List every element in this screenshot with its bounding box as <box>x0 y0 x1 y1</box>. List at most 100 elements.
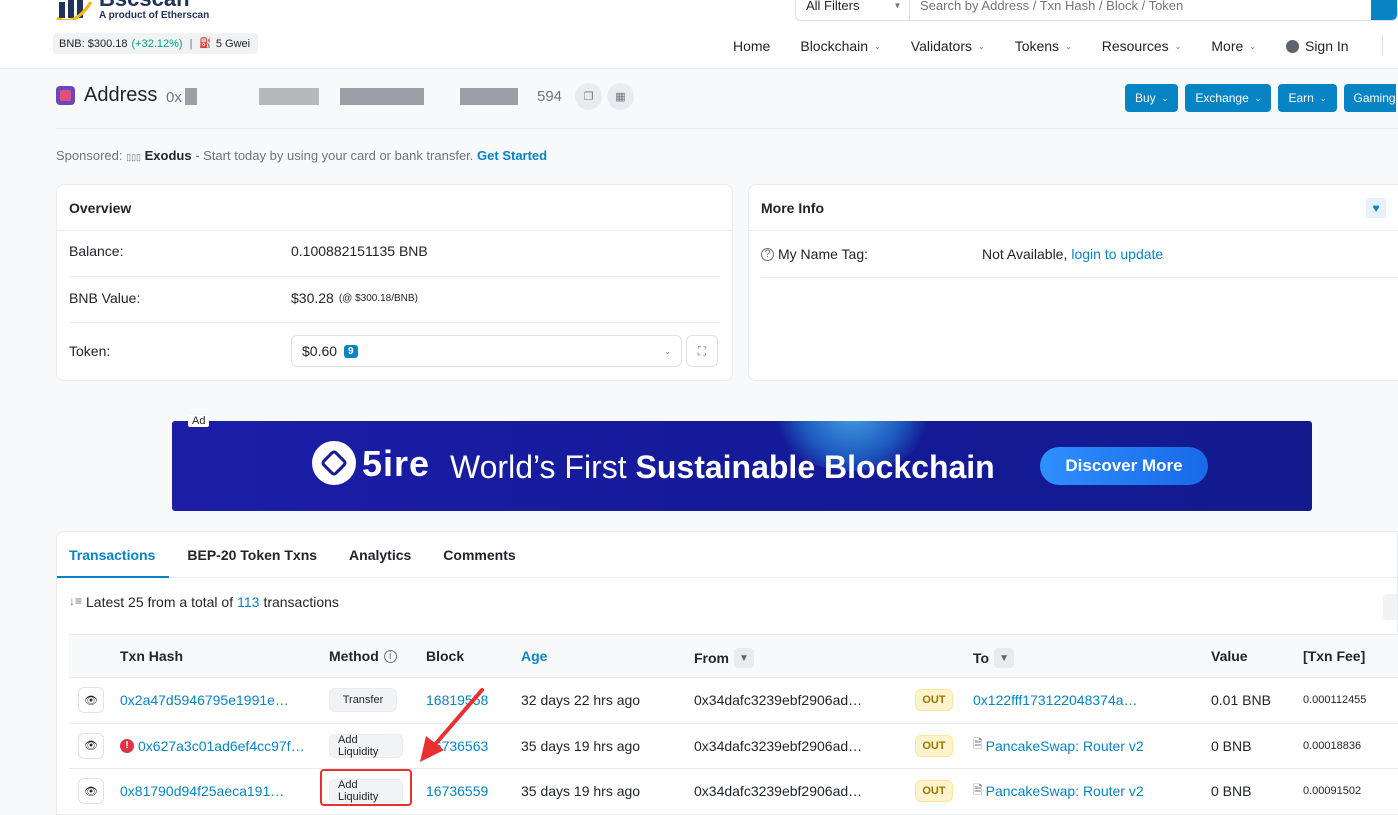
txn-hash-link[interactable]: 0x2a47d5946795e1991e… <box>120 678 289 723</box>
bnb-change: (+32.12%) <box>131 37 183 50</box>
to-address-link[interactable]: PancakeSwap: Router v2 <box>986 738 1144 754</box>
block-link[interactable]: 16819558 <box>426 692 488 708</box>
gaming-button[interactable]: Gaming <box>1343 84 1396 112</box>
txn-hash-link[interactable]: ! 0x627a3c01ad6ef4cc97f… <box>120 724 305 769</box>
site-header: Bscscan A product of Etherscan BNB: $300… <box>0 0 1398 69</box>
block-link[interactable]: 16736563 <box>426 738 488 754</box>
fire-logo-icon <box>312 441 356 485</box>
ad-discover-more-button[interactable]: Discover More <box>1040 447 1208 485</box>
overview-card: Overview Balance: 0.100882151135 BNB BNB… <box>56 184 733 381</box>
filter-icon[interactable]: ▼ <box>734 648 754 668</box>
nav-home-label: Home <box>733 38 771 54</box>
gas-price[interactable]: 5 Gwei <box>216 38 250 50</box>
copy-address-button[interactable]: ❐ <box>575 83 602 110</box>
main-nav: Home Blockchain ⌄ Validators ⌄ Tokens ⌄ Res… <box>733 36 1379 56</box>
value-cell: 0.01 BNB <box>1211 692 1271 709</box>
method-badge: Add Liquidity <box>329 733 403 758</box>
bnb-value-amount: $30.28 <box>291 290 334 306</box>
chevron-down-icon: ⌄ <box>1161 93 1169 103</box>
watchlist-heart-button[interactable]: ♥ <box>1366 198 1386 218</box>
age-cell: 35 days 19 hrs ago <box>521 783 641 800</box>
search-filter-dropdown[interactable]: All Filters ▼ <box>796 0 910 20</box>
table-header: Txn Hash Method i Block Age From ▼ To ▼ Val… <box>69 634 1398 678</box>
redacted-block <box>259 88 319 105</box>
token-count-badge: 9 <box>344 344 358 358</box>
nav-home[interactable]: Home <box>733 36 770 56</box>
summary-prefix: Latest 25 from a total of <box>86 594 234 610</box>
tab-transactions[interactable]: Transactions <box>69 547 155 563</box>
overview-title: Overview <box>57 185 732 231</box>
method-cell: Add Liquidity <box>329 724 403 769</box>
filter-icon[interactable]: ▼ <box>994 648 1015 668</box>
txn-hash[interactable]: 0x81790d94f25aeca191… <box>120 783 284 799</box>
eye-icon: 👁 <box>78 778 104 805</box>
col-value: Value <box>1211 648 1248 664</box>
ad-headline: World’s First Sustainable Blockchain <box>450 449 995 486</box>
txn-hash-link[interactable]: 0x81790d94f25aeca191… <box>120 769 284 814</box>
logo-name: Bscscan <box>99 0 209 10</box>
qr-code-button[interactable]: ▦ <box>607 83 634 110</box>
contract-icon: 🗎 <box>973 782 983 797</box>
options-menu-button[interactable] <box>1383 594 1397 620</box>
direction-cell: OUT <box>915 724 953 769</box>
ad-label: Ad <box>188 415 210 427</box>
nav-more-label: More <box>1211 38 1244 54</box>
chevron-down-icon: ⌄ <box>874 41 881 51</box>
transactions-card: Transactions BEP-20 Token Txns Analytics… <box>56 531 1398 815</box>
nav-blockchain[interactable]: Blockchain ⌄ <box>800 36 880 56</box>
login-to-update-link[interactable]: login to update <box>1071 246 1163 262</box>
sign-in-link[interactable]: Sign In <box>1285 36 1349 56</box>
view-details-button[interactable]: 👁 <box>78 769 104 814</box>
from-address[interactable]: 0x34dafc3239ebf2906ad… <box>694 724 862 769</box>
page-title: Address <box>84 84 158 106</box>
txn-hash[interactable]: 0x627a3c01ad6ef4cc97f… <box>138 738 305 754</box>
direction-badge: OUT <box>915 689 953 712</box>
token-holdings-dropdown[interactable]: $0.60 9 ⌄ <box>291 335 682 367</box>
row-divider <box>69 276 720 277</box>
view-details-button[interactable]: 👁 <box>78 678 104 723</box>
chevron-down-icon: ⌄ <box>664 346 671 356</box>
row-divider <box>69 322 720 323</box>
nav-resources[interactable]: Resources ⌄ <box>1102 36 1182 56</box>
tab-analytics[interactable]: Analytics <box>349 547 411 563</box>
info-icon[interactable]: i <box>383 649 397 663</box>
from-address[interactable]: 0x34dafc3239ebf2906ad… <box>694 769 862 814</box>
summary-count-link[interactable]: 113 <box>237 594 259 610</box>
search-button[interactable] <box>1371 0 1397 20</box>
bnb-value-row: BNB Value: $30.28 (@ $300.18/BNB) <box>69 290 720 306</box>
search-input[interactable] <box>910 0 1371 13</box>
exchange-button[interactable]: Exchange ⌄ <box>1185 84 1272 112</box>
to-address-link[interactable]: PancakeSwap: Router v2 <box>986 783 1144 799</box>
address-avatar-icon <box>56 86 75 105</box>
tab-comments[interactable]: Comments <box>443 547 515 563</box>
nav-tokens[interactable]: Tokens ⌄ <box>1015 36 1072 56</box>
txn-hash[interactable]: 0x2a47d5946795e1991e… <box>120 692 289 708</box>
ad-headline-plain: World’s First <box>450 449 627 485</box>
sponsor-cta-link[interactable]: Get Started <box>477 148 547 163</box>
name-tag-label: My Name Tag: <box>778 246 868 262</box>
nav-more[interactable]: More ⌄ <box>1211 36 1256 56</box>
direction-cell: OUT <box>915 678 953 723</box>
contract-icon: 🗎 <box>973 737 983 752</box>
balance-value: 0.100882151135 BNB <box>291 243 428 259</box>
col-txn-fee[interactable]: [Txn Fee] <box>1303 648 1365 664</box>
tab-bep20-token-txns[interactable]: BEP-20 Token Txns <box>187 547 317 563</box>
block-link[interactable]: 16736559 <box>426 783 488 799</box>
view-details-button[interactable]: 👁 <box>78 724 104 769</box>
address-actions: Buy ⌄ Exchange ⌄ Earn ⌄ Gaming <box>1125 84 1396 112</box>
token-label: Token: <box>69 343 111 359</box>
ad-banner[interactable]: 5ire World’s First Sustainable Blockchai… <box>172 421 1312 511</box>
expand-tokens-button[interactable]: ⛶ <box>686 335 718 367</box>
bnb-price-pill: BNB: $300.18 (+32.12%) | ⛽ 5 Gwei <box>53 33 259 54</box>
col-age-toggle[interactable]: Age <box>521 648 547 664</box>
block-cell: 16819558 <box>426 678 488 723</box>
nav-validators[interactable]: Validators ⌄ <box>911 36 985 56</box>
method-cell: Transfer <box>329 678 397 723</box>
summary-suffix: transactions <box>263 594 339 610</box>
sponsor-text: - Start today by using your card or bank… <box>195 148 474 163</box>
buy-button[interactable]: Buy ⌄ <box>1125 84 1179 112</box>
from-address[interactable]: 0x34dafc3239ebf2906ad… <box>694 678 862 723</box>
earn-button[interactable]: Earn ⌄ <box>1278 84 1337 112</box>
bscscan-logo[interactable]: Bscscan A product of Etherscan <box>55 0 209 22</box>
to-address-link[interactable]: 0x122fff173122048374a… <box>973 692 1138 708</box>
